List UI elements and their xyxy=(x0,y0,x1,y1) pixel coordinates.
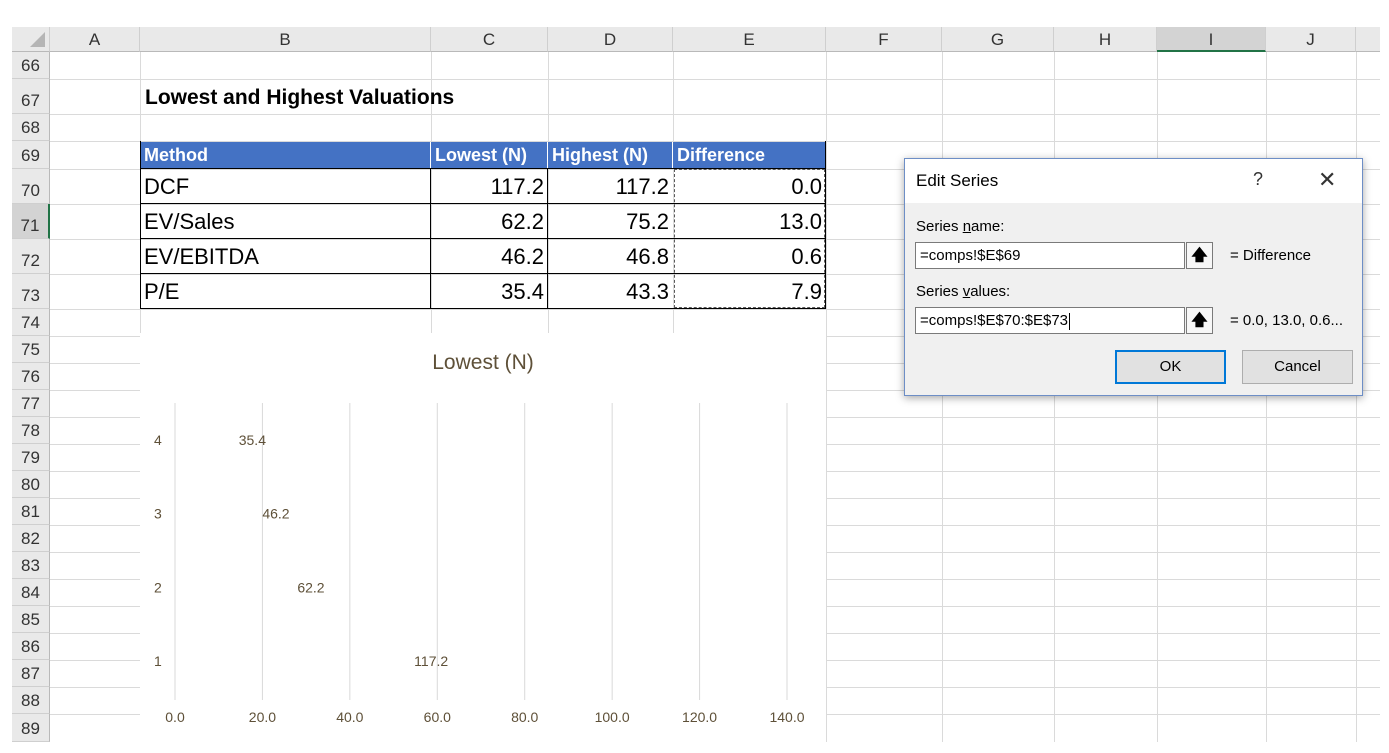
column-header-b[interactable]: B xyxy=(140,27,431,52)
data-label[interactable]: 62.2 xyxy=(297,579,324,595)
copy-selection-marquee xyxy=(674,169,825,308)
edit-series-dialog[interactable]: Edit Series ? ✕ Series name: =comps!$E$6… xyxy=(904,158,1363,396)
row-header-75[interactable]: 75 xyxy=(12,336,50,363)
column-header-i[interactable]: I xyxy=(1157,27,1266,52)
series-values-label: Series values: xyxy=(916,283,1011,300)
column-header-e[interactable]: E xyxy=(673,27,826,52)
column-header-partial[interactable] xyxy=(1356,27,1380,52)
series-name-input[interactable]: =comps!$E$69 xyxy=(915,242,1185,269)
cell-highest[interactable]: 117.2 xyxy=(548,169,673,204)
cell-method[interactable]: DCF xyxy=(140,169,431,204)
cell-lowest[interactable]: 62.2 xyxy=(431,204,548,239)
cell-highest[interactable]: 75.2 xyxy=(548,204,673,239)
row-header-73[interactable]: 73 xyxy=(12,274,50,309)
spreadsheet-grid[interactable]: A B C D E F G H I J 66 67 68 69 70 71 72… xyxy=(0,0,1389,753)
row-header-69[interactable]: 69 xyxy=(12,141,50,169)
cell-lowest[interactable]: 117.2 xyxy=(431,169,548,204)
collapse-dialog-icon[interactable]: 🡅 xyxy=(1186,242,1213,269)
row-header-70[interactable]: 70 xyxy=(12,169,50,204)
y-category-label: 4 xyxy=(154,432,162,448)
data-label[interactable]: 35.4 xyxy=(239,432,266,448)
row-header-82[interactable]: 82 xyxy=(12,525,50,552)
chart-plot: 0.0 20.0 40.0 60.0 80.0 100.0 120.0 140.0 1 117.2… xyxy=(154,403,805,725)
help-icon[interactable]: ? xyxy=(1253,169,1263,190)
column-header-g[interactable]: G xyxy=(942,27,1054,52)
series-values-input[interactable]: =comps!$E$70:$E$73 xyxy=(915,307,1185,334)
series-name-label: Series name: xyxy=(916,218,1005,235)
select-all-triangle-icon xyxy=(30,32,45,47)
column-header-h[interactable]: H xyxy=(1054,27,1157,52)
x-tick-label: 80.0 xyxy=(511,709,538,725)
header-highest[interactable]: Highest (N) xyxy=(548,142,673,169)
ok-button[interactable]: OK xyxy=(1115,350,1226,384)
column-header-j[interactable]: J xyxy=(1266,27,1356,52)
x-tick-label: 100.0 xyxy=(595,709,630,725)
row-header-83[interactable]: 83 xyxy=(12,552,50,579)
text-caret xyxy=(1069,312,1071,330)
row-header-74[interactable]: 74 xyxy=(12,309,50,336)
row-header-87[interactable]: 87 xyxy=(12,660,50,687)
series-values-text: =comps!$E$70:$E$73 xyxy=(920,312,1069,329)
row-header-67[interactable]: 67 xyxy=(12,79,50,114)
row-header-71[interactable]: 71 xyxy=(12,204,50,239)
series-values-result: = 0.0, 13.0, 0.6... xyxy=(1230,312,1343,329)
collapse-dialog-icon[interactable]: 🡅 xyxy=(1186,307,1213,334)
column-header-c[interactable]: C xyxy=(431,27,548,52)
dialog-title: Edit Series xyxy=(916,171,999,190)
row-header-89[interactable]: 89 xyxy=(12,714,50,742)
data-label[interactable]: 117.2 xyxy=(414,653,448,669)
y-category-label: 1 xyxy=(154,653,162,669)
row-header-76[interactable]: 76 xyxy=(12,363,50,390)
data-label[interactable]: 46.2 xyxy=(262,506,289,522)
cell-lowest[interactable]: 35.4 xyxy=(431,274,548,309)
x-tick-label: 20.0 xyxy=(249,709,276,725)
y-category-label: 3 xyxy=(154,506,162,522)
header-lowest[interactable]: Lowest (N) xyxy=(431,142,548,169)
header-difference[interactable]: Difference xyxy=(673,142,826,169)
close-icon[interactable]: ✕ xyxy=(1318,167,1336,193)
row-header-84[interactable]: 84 xyxy=(12,579,50,606)
row-header-81[interactable]: 81 xyxy=(12,498,50,525)
row-header-86[interactable]: 86 xyxy=(12,633,50,660)
x-tick-label: 120.0 xyxy=(682,709,717,725)
cell-method[interactable]: P/E xyxy=(140,274,431,309)
cell-method[interactable]: EV/Sales xyxy=(140,204,431,239)
select-all-button[interactable] xyxy=(12,27,50,52)
x-tick-label: 0.0 xyxy=(165,709,185,725)
chart[interactable]: Lowest (N) 0.0 20.0 40.0 60.0 80.0 100.0 120.0… xyxy=(140,333,826,742)
row-header-79[interactable]: 79 xyxy=(12,444,50,471)
row-header-68[interactable]: 68 xyxy=(12,114,50,141)
dialog-titlebar[interactable]: Edit Series ? ✕ xyxy=(905,159,1362,203)
x-tick-label: 40.0 xyxy=(336,709,363,725)
cell-highest[interactable]: 43.3 xyxy=(548,274,673,309)
column-header-d[interactable]: D xyxy=(548,27,673,52)
cell-method[interactable]: EV/EBITDA xyxy=(140,239,431,274)
header-method[interactable]: Method xyxy=(140,142,431,169)
column-header-a[interactable]: A xyxy=(50,27,140,52)
series-name-result: = Difference xyxy=(1230,247,1312,264)
row-header-80[interactable]: 80 xyxy=(12,471,50,498)
cell-lowest[interactable]: 46.2 xyxy=(431,239,548,274)
row-header-85[interactable]: 85 xyxy=(12,606,50,633)
x-tick-label: 60.0 xyxy=(424,709,451,725)
x-tick-label: 140.0 xyxy=(769,709,804,725)
column-header-f[interactable]: F xyxy=(826,27,942,52)
row-header-88[interactable]: 88 xyxy=(12,687,50,714)
row-header-72[interactable]: 72 xyxy=(12,239,50,274)
cancel-button[interactable]: Cancel xyxy=(1242,350,1353,384)
row-header-66[interactable]: 66 xyxy=(12,52,50,79)
cell-highest[interactable]: 46.8 xyxy=(548,239,673,274)
table-title[interactable]: Lowest and Highest Valuations xyxy=(145,86,454,110)
row-header-78[interactable]: 78 xyxy=(12,417,50,444)
y-category-label: 2 xyxy=(154,579,162,595)
row-header-77[interactable]: 77 xyxy=(12,390,50,417)
